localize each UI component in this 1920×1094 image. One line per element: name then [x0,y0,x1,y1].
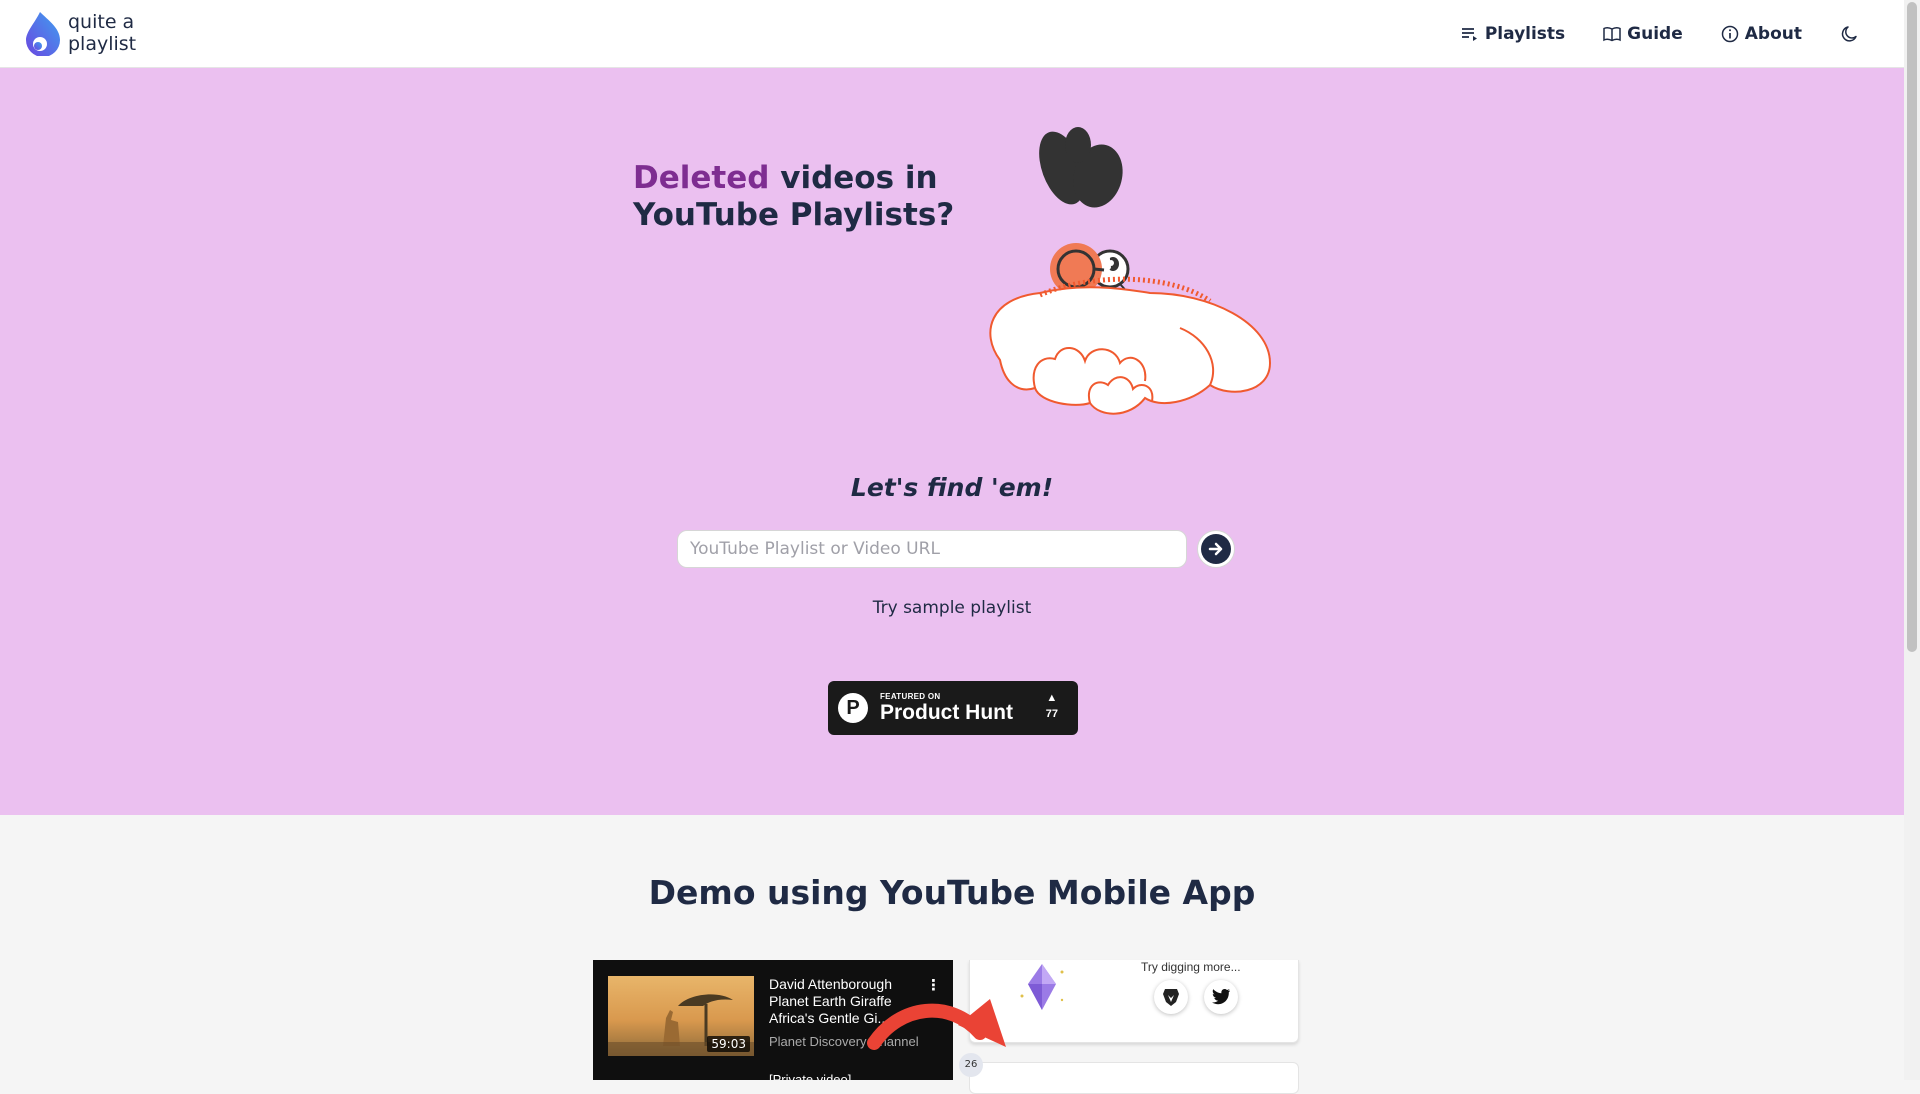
info-icon [1721,25,1739,42]
nav-playlists-label: Playlists [1484,23,1566,44]
brave-lion-icon [1163,989,1179,1006]
demo-section-title: Demo using YouTube Mobile App [648,873,1256,912]
twitter-bird-icon [1212,988,1230,1005]
upvote-triangle-icon: ▲ [1046,692,1058,704]
next-video-title: [Private video] [769,1072,852,1080]
submit-button-circle [1201,534,1231,564]
video-duration: 59:03 [707,1036,750,1052]
brave-search-button[interactable] [1154,980,1188,1014]
ph-featured-label: FEATURED ON [880,692,941,701]
brand-name-line2: playlist [68,33,137,55]
moon-icon [1841,25,1857,42]
arrow-right-icon [1208,542,1223,556]
book-icon [1603,26,1621,41]
nav-about[interactable]: About [1721,24,1802,44]
try-sample-playlist-link[interactable]: Try sample playlist [873,598,1032,618]
page-scrollbar[interactable] [1904,0,1920,1080]
nav-playlists[interactable]: Playlists [1461,24,1565,44]
video-thumbnail: 59:03 [608,976,754,1056]
ph-votes: 77 [1045,708,1058,720]
curved-arrow-annotation [867,999,1006,1050]
nav-guide[interactable]: Guide [1603,24,1683,44]
main-nav: Playlists Guide About [1461,0,1904,67]
product-hunt-badge[interactable]: P FEATURED ON Product Hunt ▲ 77 [828,681,1078,735]
nav-guide-label: Guide [1627,23,1683,44]
playlist-url-input[interactable] [677,530,1187,568]
try-digging-more-text: Try digging more... [1141,960,1241,974]
hero-tagline: Let's find 'em! [850,473,1054,502]
submit-url-button[interactable] [1197,530,1235,568]
ph-name: Product Hunt [880,701,1013,724]
product-hunt-logo-icon: P [838,693,868,723]
scrollbar-thumb[interactable] [1907,2,1917,652]
headline-line2: YouTube Playlists? [633,197,955,233]
brand-logo[interactable]: quite a playlist [18,10,148,56]
ph-vote-count: ▲ 77 [1046,690,1058,722]
sample-playlist-row: Try sample playlist [0,598,1904,618]
playlist-icon [1461,27,1477,41]
brand-name-line1: quite a [68,11,135,33]
top-nav-bar: quite a playlist Playlists Guide About [0,0,1904,68]
headline-accent: Deleted [633,160,770,196]
nav-about-label: About [1744,23,1802,44]
dark-mode-toggle[interactable] [1840,24,1860,44]
headline-rest: videos in [769,160,938,196]
brand-name: quite a playlist [68,11,148,55]
hero-section: Deleted videos in YouTube Playlists? Let… [0,68,1904,815]
twitter-search-button[interactable] [1204,980,1238,1014]
hero-headline: Deleted videos in YouTube Playlists? [633,160,954,234]
brand-logo-icon [26,12,60,56]
mascot-illustration [989,127,1272,415]
